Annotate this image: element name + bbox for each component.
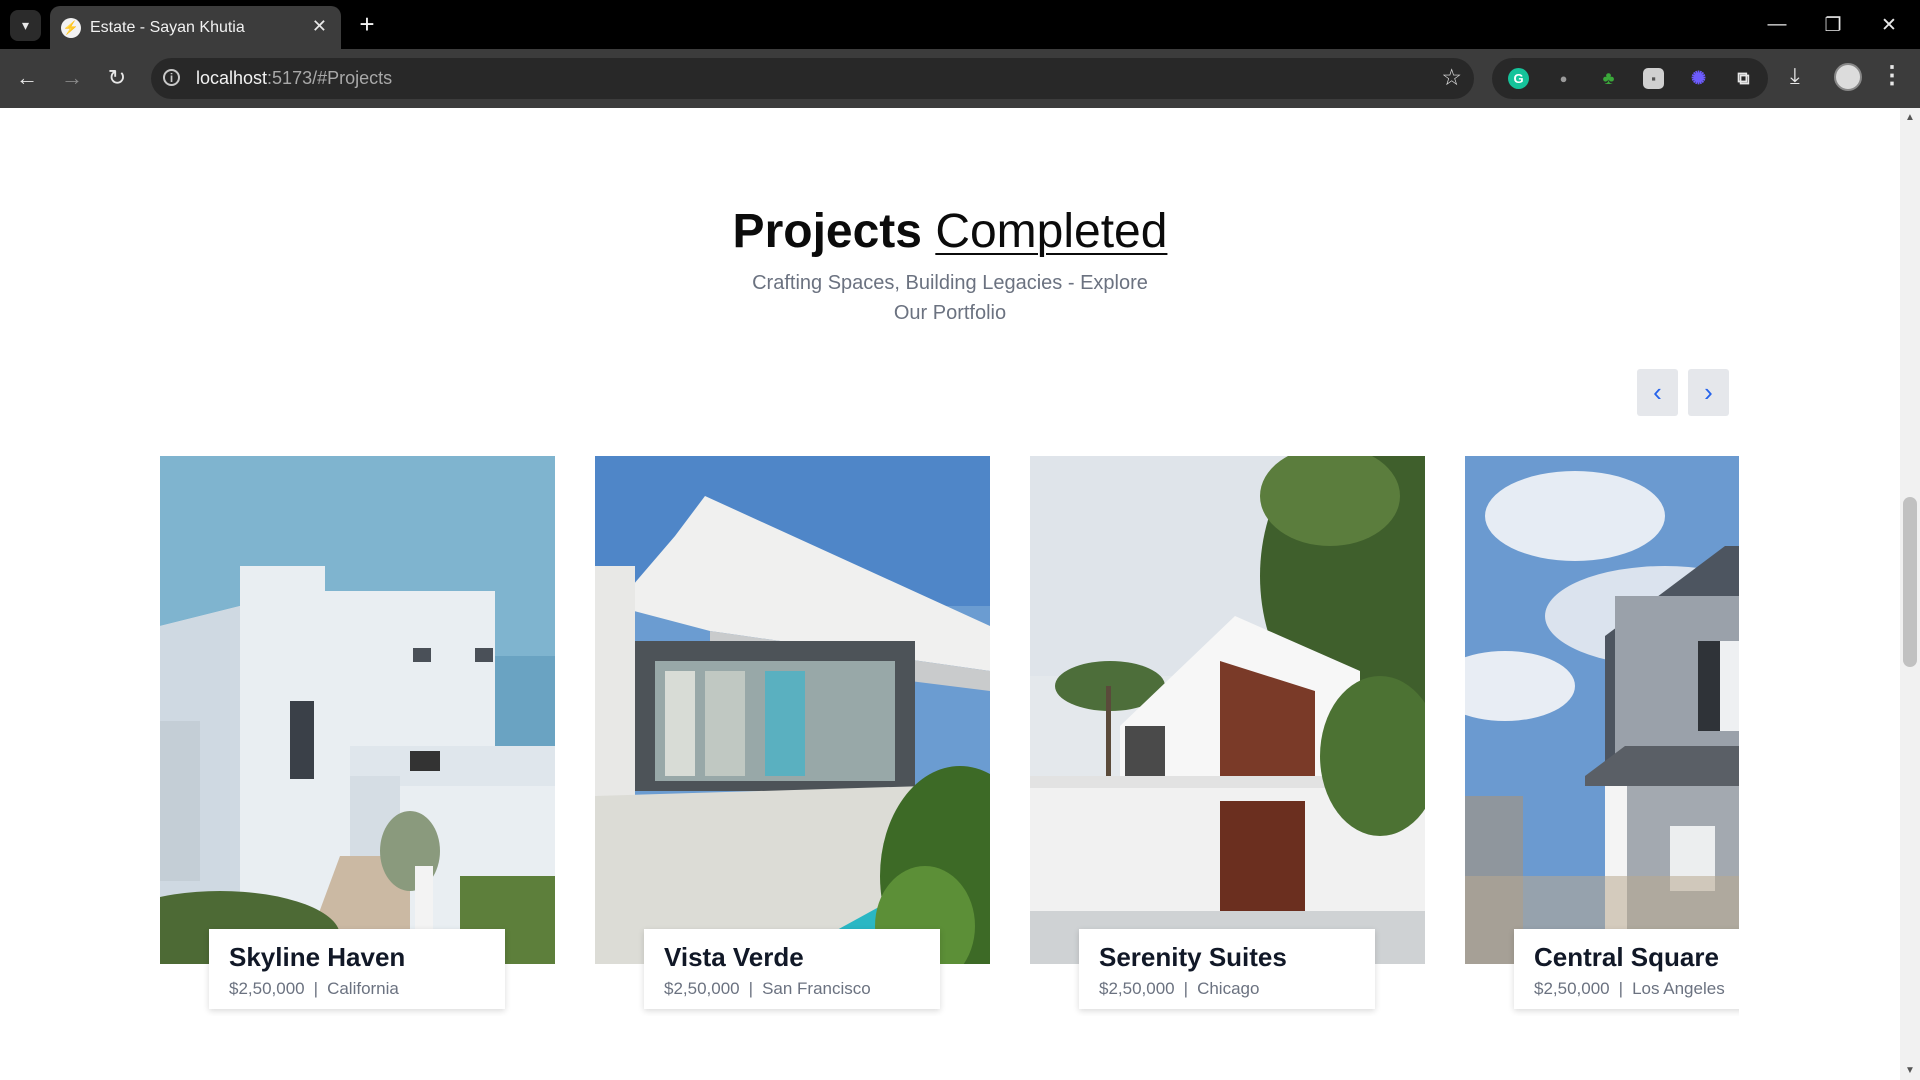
address-bar[interactable]: i localhost:5173/#Projects ☆ [151, 58, 1474, 99]
tab-search-button[interactable]: ▾ [10, 10, 41, 41]
extension-icon[interactable]: ● [1553, 68, 1574, 89]
project-meta: $2,50,000 | Los Angeles [1534, 979, 1739, 999]
section-title-strong: Projects [732, 205, 922, 258]
forward-button[interactable]: → [55, 61, 89, 95]
project-meta: $2,50,000 | Chicago [1099, 979, 1355, 999]
project-price: $2,50,000 [664, 979, 740, 998]
project-name: Vista Verde [664, 942, 804, 972]
extension-icon[interactable]: ✺ [1688, 68, 1709, 89]
grammarly-extension-icon[interactable]: G [1508, 68, 1529, 89]
project-image [1030, 456, 1425, 964]
project-image [595, 456, 990, 964]
meta-separator: | [1183, 979, 1189, 998]
page-scrollbar[interactable]: ▲ ▼ [1900, 108, 1920, 1080]
project-name: Central Square [1534, 942, 1719, 972]
reload-button[interactable]: ↻ [100, 61, 134, 95]
project-card[interactable]: Skyline Haven $2,50,000 | California [160, 456, 555, 1016]
project-info: Vista Verde $2,50,000 | San Francisco [644, 929, 940, 1009]
subtitle-line: Crafting Spaces, Building Legacies - Exp… [752, 272, 1148, 294]
meta-separator: | [313, 979, 319, 998]
carousel-prev-button[interactable]: ‹ [1637, 369, 1678, 416]
star-icon[interactable]: ☆ [1441, 64, 1462, 91]
meta-separator: | [1618, 979, 1624, 998]
reload-icon: ↻ [107, 65, 127, 90]
arrow-left-icon: ← [16, 65, 38, 90]
new-tab-button[interactable]: + [352, 10, 382, 38]
tab-strip: ▾ ⚡ Estate - Sayan Khutia ✕ + — ❐ ✕ [0, 0, 1920, 49]
project-card[interactable]: Serenity Suites $2,50,000 | Chicago [1030, 456, 1425, 1016]
carousel-next-button[interactable]: › [1688, 369, 1729, 416]
section-title-light: Completed [935, 205, 1168, 258]
project-name: Serenity Suites [1099, 942, 1287, 972]
project-image [160, 456, 555, 964]
scroll-down-icon[interactable]: ▼ [1905, 1065, 1915, 1076]
projects-carousel: Skyline Haven $2,50,000 | California Vis… [160, 456, 1739, 1016]
extension-icon[interactable]: ▪ [1643, 68, 1664, 89]
kebab-menu-icon[interactable]: ⋮ [1880, 61, 1904, 90]
url-text[interactable]: localhost:5173/#Projects [196, 68, 392, 89]
project-meta: $2,50,000 | San Francisco [664, 979, 920, 999]
url-path: :5173/#Projects [267, 68, 393, 88]
project-image [1465, 456, 1739, 964]
back-button[interactable]: ← [10, 61, 44, 95]
project-location: Chicago [1197, 979, 1260, 998]
project-info: Serenity Suites $2,50,000 | Chicago [1079, 929, 1375, 1009]
tab-close-icon[interactable]: ✕ [312, 16, 327, 37]
project-meta: $2,50,000 | California [229, 979, 485, 999]
url-host: localhost [196, 68, 268, 88]
scroll-up-icon[interactable]: ▲ [1905, 112, 1915, 123]
minimize-window-icon[interactable]: — [1762, 10, 1792, 40]
scrollbar-thumb[interactable] [1903, 497, 1917, 667]
tree-extension-icon[interactable]: ♣ [1598, 68, 1619, 89]
project-info: Central Square $2,50,000 | Los Angeles [1514, 929, 1739, 1009]
project-card[interactable]: Vista Verde $2,50,000 | San Francisco [595, 456, 990, 1016]
chevron-left-icon: ‹ [1653, 377, 1662, 407]
close-window-icon[interactable]: ✕ [1874, 10, 1904, 40]
tab-title: Estate - Sayan Khutia [90, 19, 245, 36]
avatar[interactable] [1834, 63, 1862, 91]
project-price: $2,50,000 [229, 979, 305, 998]
project-price: $2,50,000 [1534, 979, 1610, 998]
project-location: San Francisco [762, 979, 871, 998]
project-info: Skyline Haven $2,50,000 | California [209, 929, 505, 1009]
tab-favicon-icon: ⚡ [61, 18, 81, 38]
restore-window-icon[interactable]: ❐ [1818, 10, 1848, 40]
project-price: $2,50,000 [1099, 979, 1175, 998]
chevron-right-icon: › [1704, 377, 1713, 407]
browser-toolbar: ← → ↻ i localhost:5173/#Projects ☆ G ● ♣… [0, 49, 1920, 108]
meta-separator: | [748, 979, 754, 998]
subtitle-line: Our Portfolio [893, 302, 1007, 324]
info-icon[interactable]: i [163, 69, 180, 86]
puzzle-icon[interactable]: ⧉ [1733, 68, 1754, 89]
project-location: Los Angeles [1632, 979, 1725, 998]
download-icon[interactable]: ⤓ [1790, 63, 1800, 89]
project-location: California [327, 979, 399, 998]
project-name: Skyline Haven [229, 942, 406, 972]
chevron-down-icon: ▾ [21, 17, 30, 33]
section-subtitle: Crafting Spaces, Building Legacies - Exp… [0, 268, 1900, 328]
project-card[interactable]: Central Square $2,50,000 | Los Angeles [1465, 456, 1739, 1016]
browser-tab-active[interactable]: ⚡ Estate - Sayan Khutia ✕ [50, 6, 341, 49]
extensions-area: G ● ♣ ▪ ✺ ⧉ [1492, 58, 1768, 99]
section-title: Projects Completed [0, 204, 1900, 259]
arrow-right-icon: → [61, 65, 83, 90]
